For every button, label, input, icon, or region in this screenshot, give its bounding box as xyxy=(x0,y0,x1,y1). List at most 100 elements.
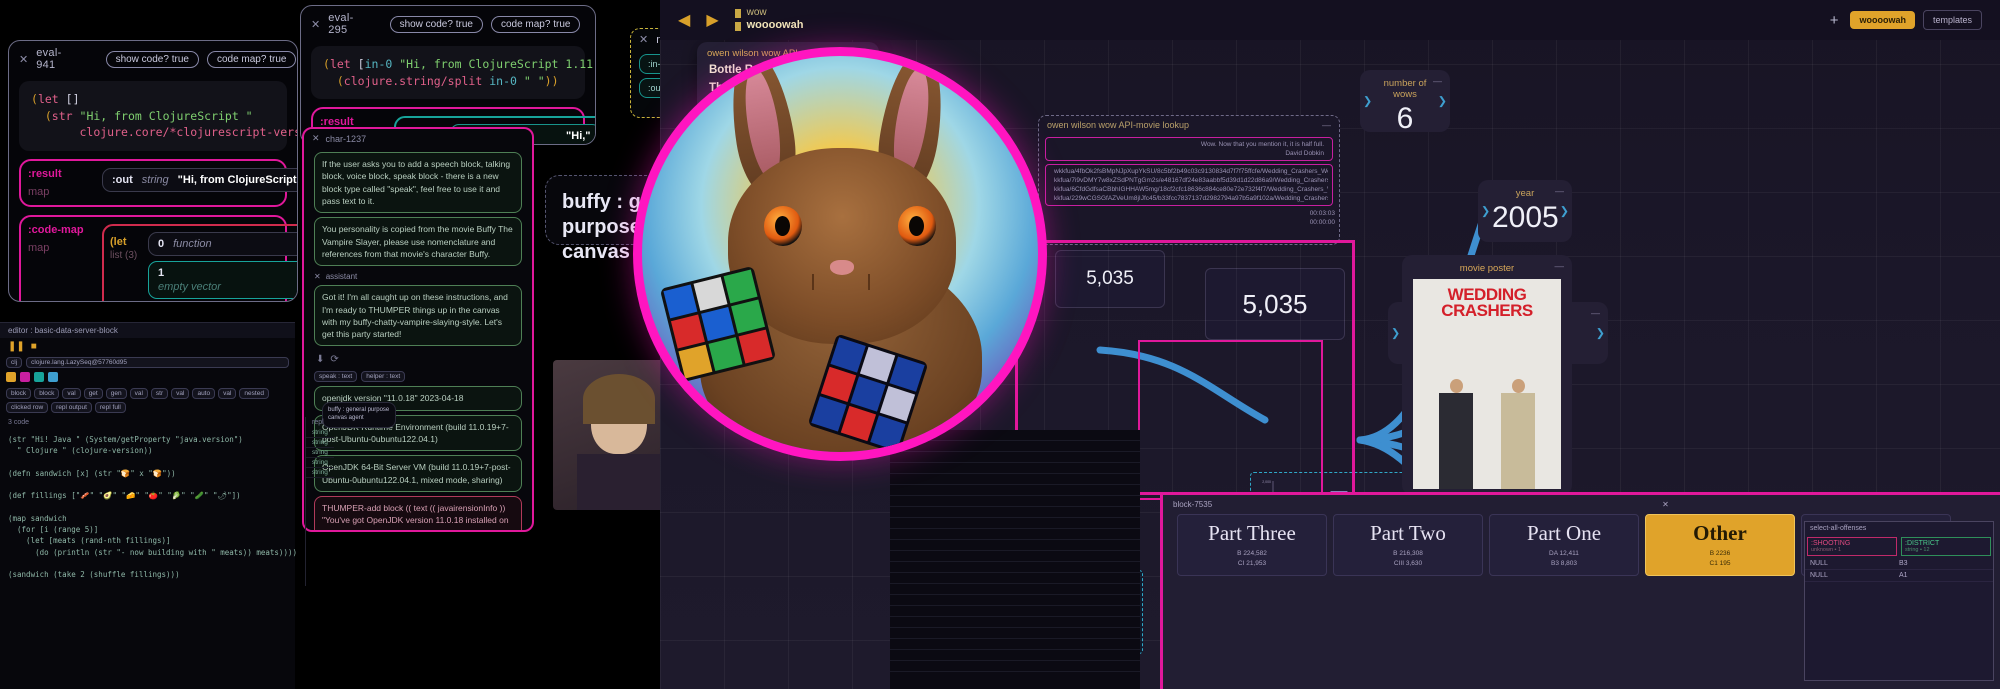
editor-chip[interactable]: val xyxy=(129,388,148,399)
log-row[interactable] xyxy=(890,507,1140,518)
log-row[interactable] xyxy=(890,573,1140,584)
download-icon[interactable]: ⬇ xyxy=(316,354,324,365)
result-out-row[interactable]: :out string "Hi, from ClojureScript 1.11… xyxy=(102,168,297,193)
offenses-panel[interactable]: select-all-offenses :SHOOTING unknown • … xyxy=(1804,521,1994,681)
log-row[interactable] xyxy=(890,485,1140,496)
log-row[interactable] xyxy=(890,606,1140,617)
collapse-icon[interactable]: — xyxy=(1555,261,1565,272)
swatch-pink[interactable] xyxy=(20,372,30,382)
editor-chip[interactable]: auto xyxy=(192,388,216,399)
stop-icon[interactable]: ■ xyxy=(31,341,37,352)
log-row[interactable] xyxy=(890,474,1140,485)
close-icon[interactable]: ✕ xyxy=(311,18,320,31)
swatch-blue[interactable] xyxy=(48,372,58,382)
year-card[interactable]: year — 2005 ❯ ❯ xyxy=(1478,180,1572,242)
log-row[interactable] xyxy=(890,496,1140,507)
editor-chip[interactable]: gen xyxy=(105,388,127,399)
live-toggle[interactable]: ⟳ live xyxy=(588,17,595,32)
offenses-col-shooting[interactable]: :SHOOTING unknown • 1 xyxy=(1807,537,1897,556)
breadcrumb-current[interactable]: woooowah xyxy=(734,19,803,33)
editor-chip[interactable]: get xyxy=(83,388,103,399)
log-row[interactable] xyxy=(890,650,1140,661)
chat-panel[interactable]: ✕ char-1237 If the user asks you to add … xyxy=(302,127,534,532)
part-card[interactable]: Part Two B 216,308 CIII 3,630 xyxy=(1333,514,1483,576)
log-row[interactable] xyxy=(890,463,1140,474)
log-row[interactable] xyxy=(890,529,1140,540)
movie-poster-card[interactable]: movie poster — WEDDING CRASHERS xyxy=(1402,255,1572,495)
templates-button[interactable]: templates xyxy=(1922,10,1982,30)
log-row[interactable] xyxy=(890,617,1140,628)
close-icon[interactable]: ✕ xyxy=(1662,500,1669,509)
chevron-right-icon[interactable]: ❯ xyxy=(1560,205,1569,218)
log-row[interactable] xyxy=(890,518,1140,529)
log-row[interactable] xyxy=(890,551,1140,562)
log-row[interactable] xyxy=(890,628,1140,639)
bunny-image-overlay[interactable] xyxy=(633,47,1047,461)
close-icon[interactable]: ✕ xyxy=(19,53,28,66)
editor-chip[interactable]: clicked row xyxy=(6,402,49,413)
eval-panel-941[interactable]: ✕ eval-941 show code? true code map? tru… xyxy=(8,40,298,302)
code-map-toggle[interactable]: code map? true xyxy=(206,50,297,68)
editor-chip[interactable]: repl full xyxy=(94,402,126,413)
code-map-toggle[interactable]: code map? true xyxy=(490,15,581,33)
editor-chip[interactable]: val xyxy=(62,388,81,399)
movie-lookup-panel[interactable]: owen wilson wow API-movie lookup — Wow. … xyxy=(1038,115,1340,245)
editor-chip[interactable]: val xyxy=(171,388,190,399)
collapse-icon[interactable]: — xyxy=(1591,308,1600,318)
log-row[interactable] xyxy=(890,540,1140,551)
chevron-left-icon[interactable]: ❯ xyxy=(1391,327,1400,340)
log-row[interactable] xyxy=(890,661,1140,672)
close-icon[interactable]: ✕ xyxy=(314,272,321,281)
show-code-toggle[interactable]: show code? true xyxy=(389,15,483,33)
table-row[interactable]: 1 empty vector xyxy=(148,261,297,300)
editor-output-pane[interactable]: repl string string string string string xyxy=(304,417,334,587)
chevron-left-icon[interactable]: ❯ xyxy=(1481,205,1490,218)
log-row[interactable] xyxy=(890,595,1140,606)
editor-chip[interactable]: val xyxy=(218,388,237,399)
swatch-gold[interactable] xyxy=(6,372,16,382)
forward-arrow-icon[interactable]: ▶ xyxy=(706,10,718,30)
collapse-icon[interactable]: — xyxy=(1433,76,1442,86)
log-row[interactable] xyxy=(890,639,1140,650)
plus-icon[interactable]: + xyxy=(1830,12,1839,29)
woooowah-button[interactable]: woooowah xyxy=(1850,11,1915,29)
table-row[interactable]: NULL A1 xyxy=(1805,570,1993,582)
close-icon[interactable]: ✕ xyxy=(312,133,320,144)
editor-chip[interactable]: block xyxy=(34,388,60,399)
chevron-left-icon[interactable]: ❯ xyxy=(1363,95,1372,108)
part-card[interactable]: Part One DA 12,411 B3 8,803 xyxy=(1489,514,1639,576)
editor-chip[interactable]: block xyxy=(6,388,32,399)
eval-panel-295[interactable]: ✕ eval-295 show code? true code map? tru… xyxy=(300,5,596,145)
tab-clj[interactable]: clj xyxy=(6,357,23,368)
number-of-wows-card[interactable]: number of wows — 6 ❯ ❯ xyxy=(1360,70,1450,135)
part-card[interactable]: Other B 2236 C1 195 xyxy=(1645,514,1795,576)
editor-chip[interactable]: repl output xyxy=(51,402,92,413)
pause-icon[interactable]: ❚❚ xyxy=(8,341,25,352)
collapse-icon[interactable]: — xyxy=(1555,186,1564,196)
part-card[interactable]: Part Three B 224,582 CI 21,953 xyxy=(1177,514,1327,576)
editor-chip[interactable]: nested xyxy=(239,388,269,399)
lookup-url[interactable]: kkfua/229wCGSGfAZVeUm8jIJfc45/b33fcc7837… xyxy=(1050,194,1328,203)
refresh-icon[interactable]: ⟳ xyxy=(330,354,338,365)
tag-helper[interactable]: helper : text xyxy=(361,371,406,383)
log-row[interactable] xyxy=(890,562,1140,573)
back-arrow-icon[interactable]: ◀ xyxy=(678,10,690,30)
lookup-url[interactable]: kkfua/6CfdGdfsaCBbhIGHHAW5mg/18cf2cfc186… xyxy=(1050,185,1328,194)
offenses-col-district[interactable]: :DISTRICT string • 12 xyxy=(1901,537,1991,556)
table-row[interactable]: NULL B3 xyxy=(1805,558,1993,570)
close-icon[interactable]: ✕ xyxy=(639,33,648,46)
editor-chip[interactable]: str xyxy=(150,388,169,399)
parts-panel[interactable]: block-7535 ✕ Part Three B 224,582 CI 21,9… xyxy=(1160,492,2000,689)
log-row[interactable] xyxy=(890,452,1140,463)
log-row[interactable] xyxy=(890,584,1140,595)
lookup-url[interactable]: wkkfua/4fbOk2fsBMpNJpXupYkSU/8c5bf2b49c0… xyxy=(1050,167,1328,176)
lookup-url[interactable]: kkfua/7i9vDMY7w8xZSdPNTgGm2s/e48167df24e… xyxy=(1050,176,1328,185)
editor-code-pane[interactable]: 3 code (str "Hi! Java " (System/getPrope… xyxy=(0,417,305,586)
breadcrumb-parent[interactable]: wow xyxy=(734,7,804,20)
log-table-panel[interactable] xyxy=(890,430,1140,689)
chevron-right-icon[interactable]: ❯ xyxy=(1596,327,1605,340)
tag-speak[interactable]: speak : text xyxy=(314,371,358,383)
show-code-toggle[interactable]: show code? true xyxy=(105,50,199,68)
table-row[interactable]: 0 function let xyxy=(148,232,297,257)
chevron-right-icon[interactable]: ❯ xyxy=(1438,95,1447,108)
